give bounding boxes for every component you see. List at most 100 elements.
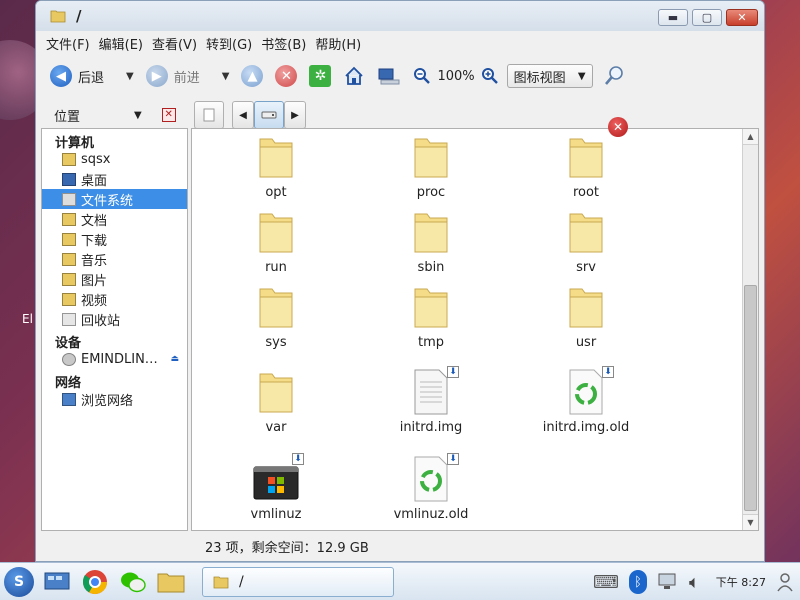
view-mode-select[interactable]: 图标视图 ▼: [506, 64, 593, 88]
back-button[interactable]: ◀ 后退 ▼: [50, 65, 134, 87]
sidebar-item-label: 音乐: [81, 253, 108, 269]
file-item[interactable]: ⬇ vmlinuz: [216, 453, 336, 522]
sidebar-item[interactable]: 桌面: [42, 169, 187, 189]
show-desktop-button[interactable]: [42, 567, 72, 597]
chevron-down-icon[interactable]: ▼: [222, 71, 230, 82]
sidebar-item-label: EMINDLIN…: [81, 351, 158, 367]
chrome-browser-button[interactable]: [80, 567, 110, 597]
sidebar-item-label: 文档: [81, 213, 108, 229]
stop-button[interactable]: ✕: [275, 65, 298, 87]
file-manager-button[interactable]: [156, 567, 186, 597]
pictures-folder-icon: [62, 272, 76, 286]
reload-button[interactable]: ✲: [309, 65, 332, 87]
status-bar: 23 项，剩余空间：12.9 GB: [191, 534, 759, 558]
sidebar-item[interactable]: EMINDLIN… ⏏: [42, 349, 187, 369]
folder-item[interactable]: var: [216, 366, 336, 435]
file-item[interactable]: ⬇ initrd.img.old: [526, 366, 646, 435]
chevron-down-icon[interactable]: ▼: [126, 71, 134, 82]
symlink-badge-icon: ⬇: [292, 453, 304, 465]
sidebar-item[interactable]: 图片: [42, 269, 187, 289]
folder-item[interactable]: run: [216, 206, 336, 275]
user-icon[interactable]: [776, 572, 794, 592]
folder-icon: [50, 10, 66, 23]
network-icon[interactable]: [657, 572, 679, 592]
folder-item[interactable]: sys: [216, 281, 336, 350]
zoom-in-button[interactable]: [481, 67, 499, 85]
scroll-down-icon[interactable]: ▼: [743, 514, 758, 530]
clock[interactable]: 下午 8:27: [716, 574, 766, 590]
view-mode-label: 图标视图: [513, 70, 566, 86]
sidebar-item[interactable]: 文件系统: [42, 189, 187, 209]
sidebar-item-label: 下载: [81, 233, 108, 249]
up-arrow-icon: ▲: [241, 65, 264, 87]
toggle-location-button[interactable]: [194, 101, 224, 129]
folder-item[interactable]: srv: [526, 206, 646, 275]
forward-button[interactable]: ▶ 前进 ▼: [145, 65, 230, 87]
taskbar-window-button[interactable]: /: [202, 567, 394, 597]
sidebar-section-header: 计算机: [55, 136, 95, 151]
menu-bookmarks[interactable]: 书签(B): [261, 34, 306, 53]
folder-item[interactable]: ✕ root: [526, 117, 646, 200]
desktop-icon: [62, 172, 76, 186]
minimize-button[interactable]: ▬: [658, 9, 688, 26]
file-item[interactable]: ⬇ vmlinuz.old: [371, 453, 491, 522]
menu-file[interactable]: 文件(F): [46, 34, 90, 53]
sidebar-item-label: 视频: [81, 293, 108, 309]
folder-item[interactable]: usr: [526, 281, 646, 350]
close-button[interactable]: ✕: [726, 9, 758, 26]
window-title: /: [76, 7, 82, 25]
back-arrow-icon: ◀: [50, 65, 72, 87]
file-item[interactable]: ⬇ initrd.img: [371, 366, 491, 435]
start-menu-button[interactable]: S: [4, 566, 34, 597]
toolbar: ◀ 后退 ▼ ▶ 前进 ▼ ▲ ✕ ✲ 100% 图标视图 ▼: [36, 55, 764, 97]
menu-edit[interactable]: 编辑(E): [99, 34, 143, 53]
folder-icon: [562, 206, 610, 256]
sidebar-item[interactable]: sqsx: [42, 149, 187, 169]
maximize-button[interactable]: ▢: [692, 9, 722, 26]
volume-icon[interactable]: 🔈︎: [689, 572, 700, 593]
keyboard-icon[interactable]: ⌨: [593, 572, 619, 593]
folder-icon: [562, 281, 610, 331]
menu-view[interactable]: 查看(V): [152, 34, 197, 53]
scroll-thumb[interactable]: [744, 285, 757, 511]
titlebar[interactable]: / ▬ ▢ ✕: [36, 1, 764, 31]
reload-icon: ✲: [309, 65, 332, 87]
folder-item[interactable]: proc: [371, 131, 491, 200]
close-sidebar-icon[interactable]: ✕: [161, 108, 176, 122]
vertical-scrollbar[interactable]: ▲ ▼: [742, 129, 758, 530]
path-root-button[interactable]: [254, 101, 284, 129]
bluetooth-icon[interactable]: ᛒ: [628, 570, 647, 594]
sidebar-section-header: 网络: [55, 376, 82, 391]
home-folder-icon: [62, 152, 76, 166]
folder-item[interactable]: opt: [216, 131, 336, 200]
search-button[interactable]: [603, 65, 625, 87]
path-left-arrow[interactable]: ◀: [232, 101, 254, 129]
sidebar-item[interactable]: 文档: [42, 209, 187, 229]
sidebar-item[interactable]: 浏览网络: [42, 389, 187, 409]
home-button[interactable]: [343, 65, 365, 87]
file-name-label: vmlinuz.old: [393, 507, 469, 522]
folder-item[interactable]: sbin: [371, 206, 491, 275]
desktop-icon-label[interactable]: El: [22, 312, 33, 326]
zoom-out-button[interactable]: [413, 67, 431, 85]
folder-icon: [157, 573, 185, 592]
location-label: 位置: [54, 109, 81, 125]
sidebar-item[interactable]: 回收站: [42, 309, 187, 329]
wechat-button[interactable]: [118, 567, 148, 597]
scroll-up-icon[interactable]: ▲: [743, 129, 758, 145]
folder-icon: [407, 206, 455, 256]
up-button[interactable]: ▲: [241, 65, 264, 87]
file-manager-window: / ▬ ▢ ✕ 文件(F) 编辑(E) 查看(V) 转到(G) 书签(B) 帮助…: [35, 0, 765, 562]
eject-icon[interactable]: ⏏: [170, 354, 179, 364]
computer-button[interactable]: [377, 65, 401, 87]
path-right-arrow[interactable]: ▶: [284, 101, 306, 129]
sidebar-item[interactable]: 下载: [42, 229, 187, 249]
menu-help[interactable]: 帮助(H): [315, 34, 361, 53]
symlink-badge-icon: ⬇: [447, 453, 459, 465]
chevron-down-icon[interactable]: ▼: [134, 110, 142, 121]
folder-item[interactable]: tmp: [371, 281, 491, 350]
sidebar-item[interactable]: 视频: [42, 289, 187, 309]
sidebar-item[interactable]: 音乐: [42, 249, 187, 269]
menu-go[interactable]: 转到(G): [206, 34, 252, 53]
taskbar-window-title: /: [239, 574, 244, 590]
